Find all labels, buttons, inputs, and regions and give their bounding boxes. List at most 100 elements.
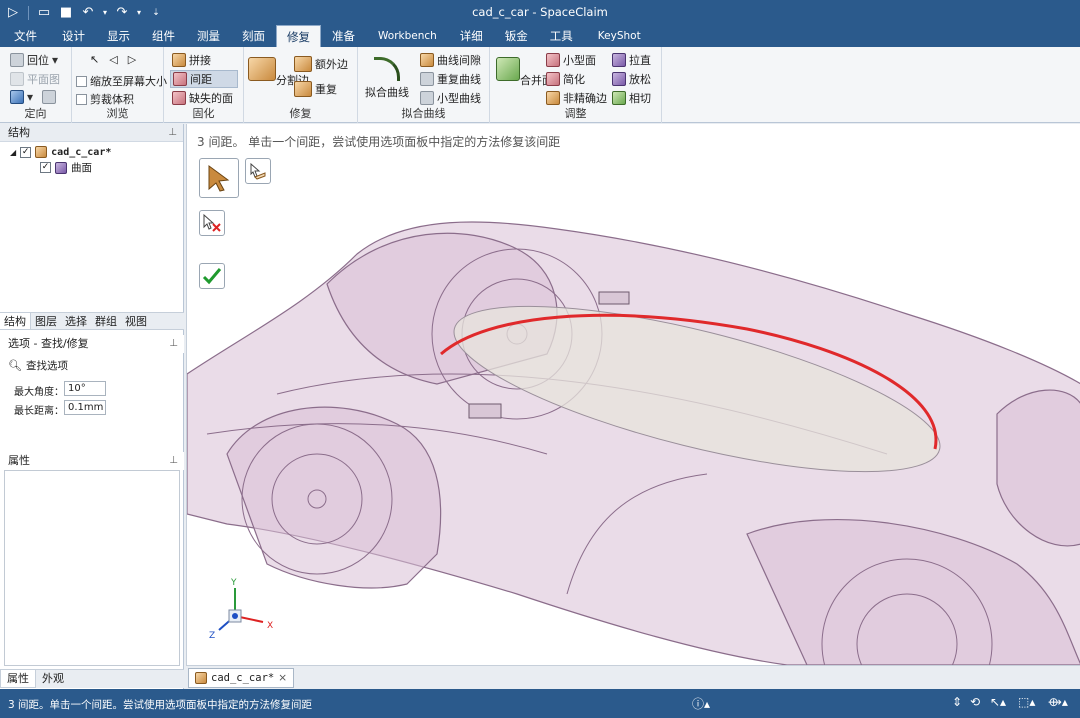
structure-panel-header: 结构 ⊥	[0, 124, 183, 142]
merge-faces-button[interactable]: 合并面	[496, 57, 553, 88]
clip-volume-checkbox[interactable]	[76, 93, 87, 105]
gaps-button[interactable]: 间距	[170, 70, 238, 88]
relax-button[interactable]: 放松	[612, 71, 651, 87]
curve-gaps-icon	[420, 53, 434, 67]
document-tabs: cad_c_car* ×	[186, 665, 1080, 689]
extra-edges-icon	[294, 56, 312, 72]
tab-repair[interactable]: 修复	[276, 25, 321, 47]
curve-gaps-button[interactable]: 曲线间隙	[420, 52, 481, 68]
tab-views[interactable]: 视图	[121, 313, 151, 329]
fit-curve-button[interactable]: 拟合曲线	[362, 57, 412, 100]
adjust-group-label: 调整	[564, 107, 587, 120]
axis-x-label: X	[267, 621, 273, 631]
select-secondary-button[interactable]	[245, 158, 271, 184]
tab-prepare[interactable]: 准备	[321, 25, 366, 47]
status-message: 3 间距。单击一个间距。尝试使用选项面板中指定的方法修复间距	[8, 699, 313, 711]
home-button[interactable]: 回位 ▾	[10, 52, 58, 68]
missing-faces-button[interactable]: 缺失的面	[172, 90, 233, 106]
previous-view-icon[interactable]: ◁	[109, 53, 117, 66]
tab-tools[interactable]: 工具	[539, 25, 584, 47]
duplicates-button[interactable]: 重复	[294, 81, 337, 97]
duplicate-curves-button[interactable]: 重复曲线	[420, 71, 481, 87]
tree-child[interactable]: ✓ 曲面	[40, 160, 92, 175]
pin-icon[interactable]: ⊥	[169, 335, 178, 353]
box-select-icon[interactable]: ⬚▴	[1018, 695, 1035, 709]
tab-measure[interactable]: 测量	[186, 25, 231, 47]
duplicate-curves-icon	[420, 72, 434, 86]
tab-structure[interactable]: 结构	[0, 313, 31, 329]
missing-faces-icon	[172, 91, 186, 105]
next-view-icon[interactable]: ▷	[128, 53, 136, 66]
car-model[interactable]	[187, 124, 1080, 665]
select-arrow-icon[interactable]: ↖	[90, 53, 99, 66]
tab-design[interactable]: 设计	[51, 25, 96, 47]
tangency-button[interactable]: 相切	[612, 90, 651, 106]
gaps-icon	[173, 72, 187, 86]
tab-properties[interactable]: 属性	[0, 670, 36, 688]
browse-arrows: ↖ ◁ ▷	[90, 53, 136, 66]
inexact-edges-button[interactable]: 非精确边	[546, 90, 607, 106]
pin-icon[interactable]: ⊥	[169, 452, 178, 470]
tab-assembly[interactable]: 组件	[141, 25, 186, 47]
max-distance-field[interactable]: 0.1mm	[64, 400, 106, 415]
adjust-group: 合并面 小型面 简化 非精确边 拉直 放松 相切 调整	[490, 47, 662, 123]
small-faces-button[interactable]: 小型面	[546, 52, 596, 68]
tab-sheet-metal[interactable]: 钣金	[494, 25, 539, 47]
root-visibility-checkbox[interactable]: ✓	[20, 146, 32, 158]
zoom-fit-toggle[interactable]: 缩放至屏幕大小	[76, 73, 167, 89]
max-angle-field[interactable]: 10°	[64, 381, 106, 396]
tab-workbench[interactable]: Workbench	[366, 25, 449, 47]
view-cube-icon	[10, 90, 24, 104]
tree-root[interactable]: ◢ ✓ cad_c_car*	[10, 146, 111, 158]
find-options-section[interactable]: 🔍︎ 查找选项	[8, 358, 68, 373]
options-panel-header: 选项 - 查找/修复 ⊥	[0, 335, 184, 353]
tab-layers[interactable]: 图层	[31, 313, 61, 329]
tab-facets[interactable]: 刻面	[231, 25, 276, 47]
refresh-icon[interactable]: ⟲	[970, 695, 980, 709]
tab-detail[interactable]: 详细	[449, 25, 494, 47]
spin-arrows-icon[interactable]: ⇕	[952, 695, 962, 709]
camera-icon	[42, 90, 57, 104]
tab-file[interactable]: 文件	[0, 25, 51, 47]
small-curves-button[interactable]: 小型曲线	[420, 90, 481, 106]
pin-icon[interactable]: ⊥	[168, 124, 177, 142]
straighten-button[interactable]: 拉直	[612, 52, 651, 68]
title-bar: ▷ ▭ ■ ↶ ▾ ↷ ▾ ⇣ cad_c_car - SpaceClaim 文…	[0, 0, 1080, 47]
document-tab[interactable]: cad_c_car* ×	[188, 668, 295, 688]
find-options-label: 查找选项	[25, 360, 68, 372]
exclude-tool-button[interactable]	[199, 210, 225, 236]
home-label: 回位	[27, 54, 49, 67]
tab-groups[interactable]: 群组	[91, 313, 121, 329]
child-visibility-checkbox[interactable]: ✓	[40, 162, 51, 173]
extra-edges-label: 额外边	[315, 58, 348, 71]
info-icon[interactable]: ⓘ▴	[692, 695, 710, 712]
select-mode-icon[interactable]: ↖▴	[990, 695, 1006, 709]
tab-appearance[interactable]: 外观	[36, 670, 70, 688]
stitch-button[interactable]: 拼接	[172, 52, 211, 68]
duplicates-icon	[294, 81, 312, 97]
options-panel-title: 选项 - 查找/修复	[8, 337, 89, 350]
plane-view-button[interactable]: 平面图	[10, 71, 60, 87]
simplify-button[interactable]: 简化	[546, 71, 585, 87]
browse-group: ↖ ◁ ▷ 缩放至屏幕大小 剪裁体积 浏览	[72, 47, 167, 123]
view-cube-button[interactable]: ▾	[10, 90, 57, 104]
mirror-right	[598, 291, 630, 305]
view-options-icon[interactable]: ⟴▴	[1048, 695, 1068, 709]
relax-icon	[612, 72, 626, 86]
left-panel-tabs: 结构 图层 选择 群组 视图	[0, 312, 184, 330]
split-edge-button[interactable]: 分割边	[248, 57, 309, 88]
tab-selection[interactable]: 选择	[61, 313, 91, 329]
fit-curve-label: 拟合曲线	[365, 86, 409, 99]
graphics-viewport[interactable]: 3 间距。 单击一个间距，尝试使用选项面板中指定的方法修复该间距 Y X Z	[186, 124, 1080, 665]
select-tool-button[interactable]	[199, 158, 239, 198]
tab-display[interactable]: 显示	[96, 25, 141, 47]
zoom-fit-checkbox[interactable]	[76, 75, 87, 87]
tangency-label: 相切	[629, 92, 651, 105]
split-edge-icon	[248, 57, 276, 81]
status-hint: 3 间距。 单击一个间距，尝试使用选项面板中指定的方法修复该间距	[197, 135, 561, 149]
collapse-icon[interactable]: ◢	[10, 148, 16, 157]
extra-edges-button[interactable]: 额外边	[294, 56, 348, 72]
close-icon[interactable]: ×	[278, 672, 287, 684]
complete-tool-button[interactable]	[199, 263, 225, 289]
tab-keyshot[interactable]: KeyShot	[584, 25, 655, 47]
